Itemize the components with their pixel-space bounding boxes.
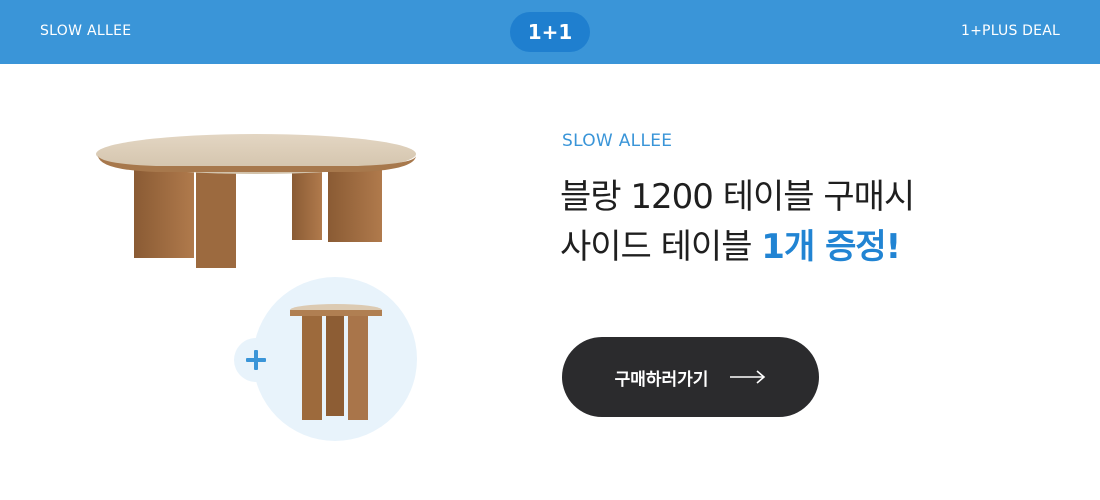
deal-label: 1+PLUS DEAL (961, 23, 1060, 39)
oval-dining-table-icon (96, 134, 416, 268)
side-table-icon (290, 304, 382, 420)
headline-gift-highlight: 1개 증정! (761, 227, 901, 267)
arrow-right-icon (730, 370, 766, 384)
plus-icon (246, 350, 266, 370)
buy-now-label: 구매하러가기 (614, 369, 709, 390)
headline-line-2: 사이드 테이블 1개 증정! (560, 222, 1080, 272)
one-plus-one-badge: 1+1 (510, 12, 590, 52)
top-banner-bar: SLOW ALLEE 1+1 1+PLUS DEAL (0, 0, 1100, 64)
promo-headline: 블랑 1200 테이블 구매시 사이드 테이블 1개 증정! (560, 172, 1080, 272)
plus-badge (234, 338, 278, 382)
brand-name: SLOW ALLEE (40, 23, 132, 39)
buy-now-button[interactable]: 구매하러가기 (562, 337, 819, 417)
promo-brand-label: SLOW ALLEE (562, 131, 673, 151)
headline-line-2-text: 사이드 테이블 (560, 227, 762, 267)
headline-line-1: 블랑 1200 테이블 구매시 (560, 177, 915, 217)
